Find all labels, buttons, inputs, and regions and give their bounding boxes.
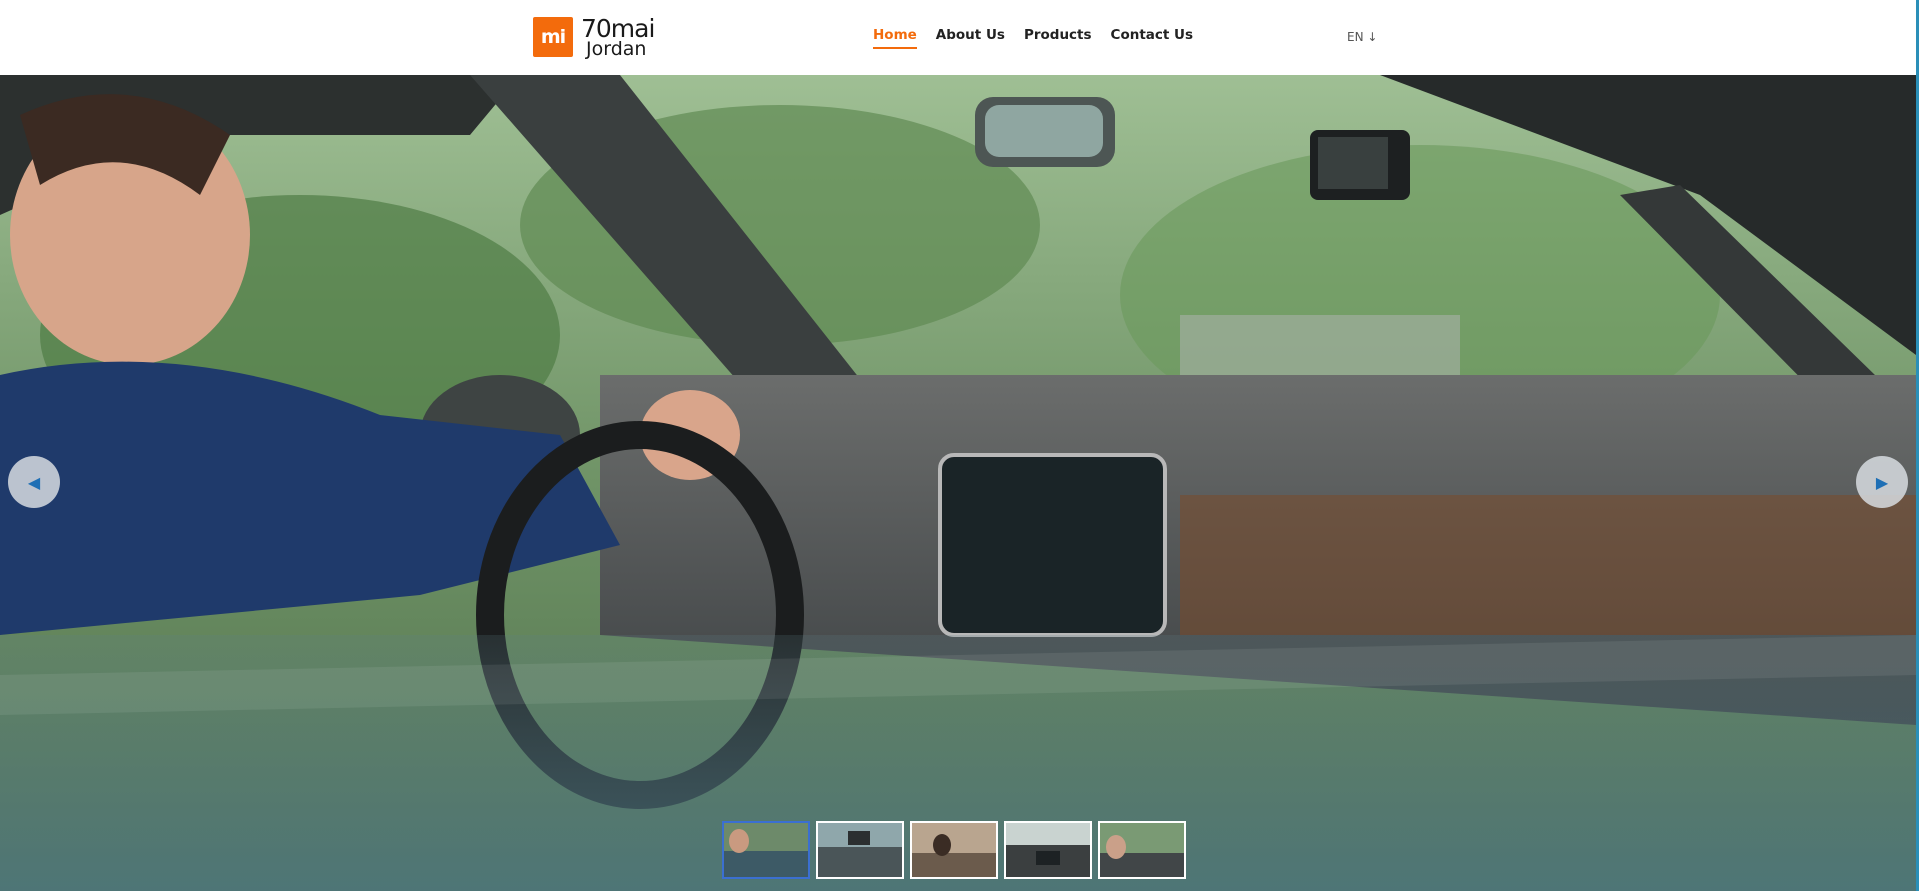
chevron-right-icon: ▶ [1875, 472, 1889, 492]
slide-thumbnail[interactable] [1004, 821, 1092, 879]
logo-text: 70mai Jordan [581, 13, 655, 60]
slide-thumbnail[interactable] [910, 821, 998, 879]
slider-next-button[interactable]: ▶ [1856, 456, 1908, 508]
mi-badge-icon: mi [533, 17, 573, 57]
brand-logo[interactable]: mi 70mai Jordan [533, 13, 655, 60]
hero-slider: ◀ ▶ [0, 75, 1916, 891]
main-nav: Home About Us Products Contact Us [873, 27, 1212, 49]
nav-about-us[interactable]: About Us [936, 27, 1005, 47]
slider-prev-button[interactable]: ◀ [8, 456, 60, 508]
slide-thumbnail[interactable] [816, 821, 904, 879]
site-header: mi 70mai Jordan Home About Us Products C… [0, 0, 1916, 75]
nav-products[interactable]: Products [1024, 27, 1092, 47]
hero-image [0, 75, 1916, 891]
slide-thumbnail[interactable] [1098, 821, 1186, 879]
slider-thumbnails [722, 821, 1186, 879]
nav-home[interactable]: Home [873, 27, 917, 49]
language-selector[interactable]: EN ↓ [1347, 30, 1377, 44]
chevron-left-icon: ◀ [27, 472, 41, 492]
logo-brand: 70mai [581, 13, 655, 43]
slide-thumbnail[interactable] [722, 821, 810, 879]
nav-contact-us[interactable]: Contact Us [1111, 27, 1194, 47]
logo-sub: Jordan [586, 37, 647, 60]
